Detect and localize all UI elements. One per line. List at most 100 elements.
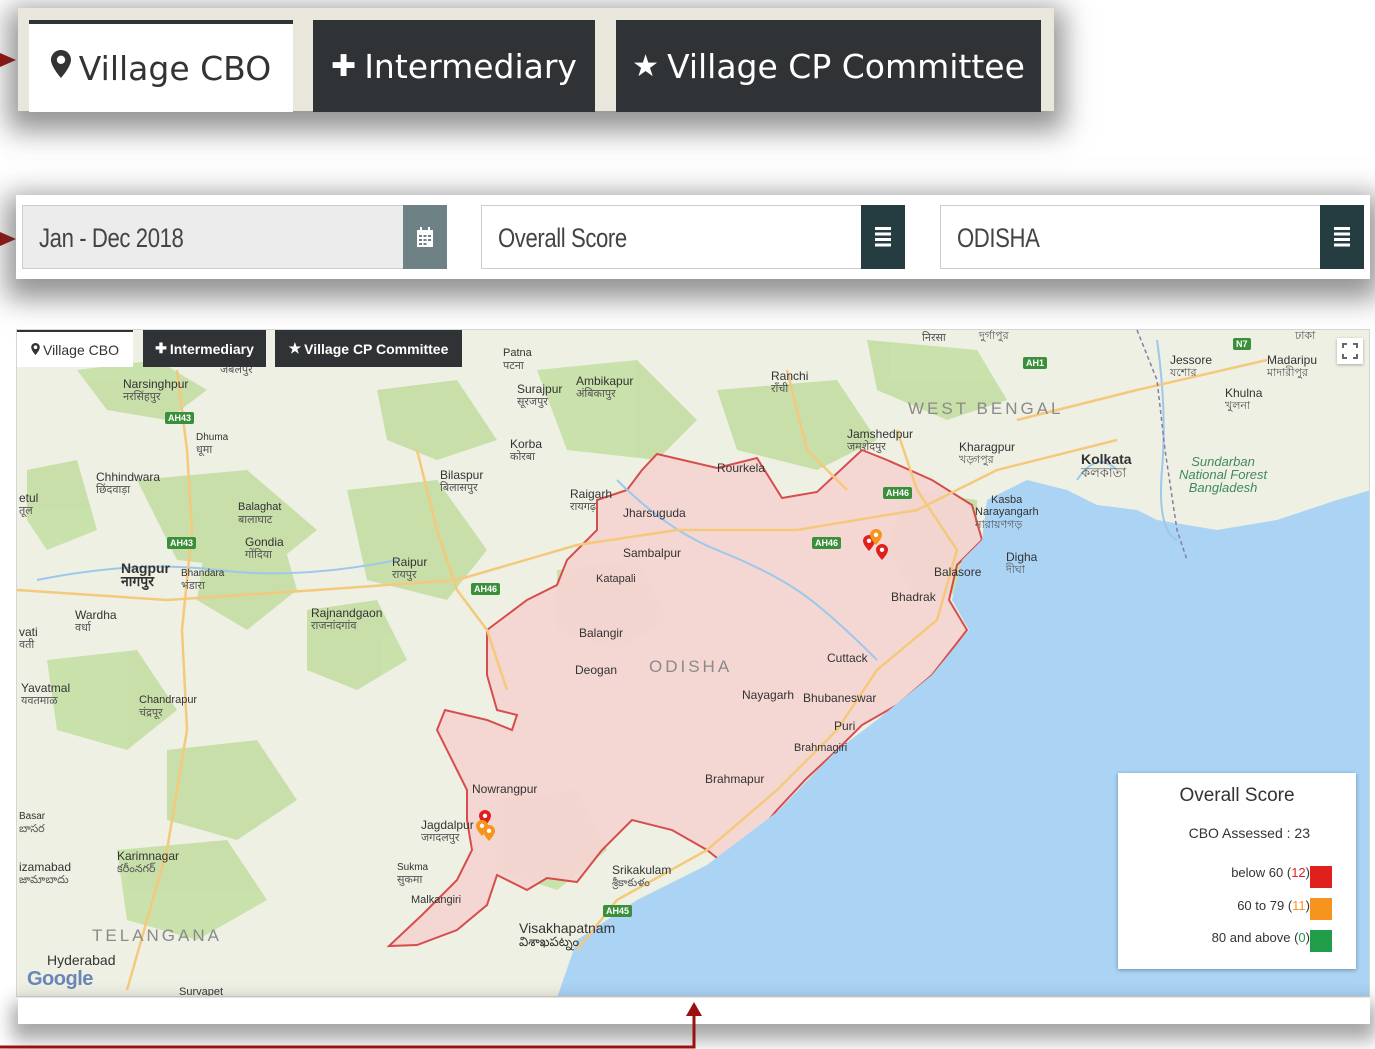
- state-select[interactable]: ODISHA: [940, 205, 1364, 269]
- map-view[interactable]: WEST BENGAL ODISHA TELANGANA Narsinghpur…: [16, 329, 1370, 997]
- place-nirsa: निरसा: [922, 332, 946, 344]
- highway-shield: AH45: [603, 905, 633, 917]
- map-marker-red[interactable]: [876, 544, 888, 560]
- place-karimnagar: Karimnagar కరీంనగర్: [117, 849, 180, 876]
- place-rourkela: Rourkela: [717, 461, 766, 475]
- map-tab-village-cbo-label: Village CBO: [42, 341, 119, 358]
- score-type-menu-button[interactable]: [861, 205, 905, 269]
- place-visakhapatnam: Visakhapatnam విశాఖపట్నం: [519, 920, 616, 949]
- legend-swatch-green: [1310, 930, 1332, 952]
- place-korba: Korba कोरबा: [510, 437, 543, 464]
- place-sundarban: Sundarban National Forest Bangladesh: [1179, 454, 1268, 495]
- place-betul: etul तूल: [19, 491, 39, 518]
- highway-shield: AH43: [167, 537, 197, 549]
- map-marker-icon: [50, 50, 71, 86]
- highway-shield: AH46: [883, 487, 913, 499]
- place-gondia: Gondia गोंदिया: [245, 535, 284, 562]
- state-menu-button[interactable]: [1320, 205, 1364, 269]
- place-puri: Puri: [834, 719, 856, 733]
- pointer-arrow-filters: [0, 232, 16, 246]
- map-marker-icon: [31, 342, 40, 358]
- place-cuttack: Cuttack: [827, 651, 868, 665]
- highway-shield: AH43: [165, 412, 195, 424]
- zoom-tab-village-cp-committee[interactable]: ★ Village CP Committee: [616, 20, 1041, 112]
- region-telangana: TELANGANA: [92, 926, 222, 945]
- map-marker-orange[interactable]: [870, 529, 882, 545]
- place-bhadrak: Bhadrak: [891, 590, 936, 604]
- place-digha: Digha দীঘা: [1006, 550, 1038, 577]
- state-value: ODISHA: [957, 223, 1040, 253]
- map-tab-intermediary[interactable]: ✚ Intermediary: [143, 330, 266, 367]
- map-tab-intermediary-label: Intermediary: [169, 340, 254, 357]
- star-icon: ★: [288, 340, 302, 356]
- place-nowrangpur: Nowrangpur: [472, 782, 538, 796]
- place-balasore: Balasore: [934, 565, 982, 579]
- fullscreen-icon: [1342, 343, 1358, 359]
- place-deogan: Deogan: [575, 663, 618, 677]
- list-icon: [1334, 227, 1350, 247]
- google-logo: Google: [27, 968, 93, 990]
- place-surajpur: Surajpur सूरजपुर: [517, 382, 563, 409]
- pointer-arrow-tabs: [0, 53, 16, 67]
- highway-shield: AH46: [812, 537, 842, 549]
- place-rajnandgaon: Rajnandgaon राजनांदगांव: [311, 606, 383, 633]
- legend-assessed-count: CBO Assessed : 23: [1188, 825, 1310, 841]
- place-jamshedpur: Jamshedpur जमशेदपुर: [847, 427, 914, 454]
- place-raigarh: Raigarh रायगढ़: [570, 487, 613, 514]
- zoom-tab-intermediary[interactable]: ✚ Intermediary: [313, 20, 595, 112]
- place-sukma: Sukma सुकमा: [397, 862, 429, 886]
- place-wardha: Wardha वर्धा: [75, 608, 117, 635]
- star-icon: ★: [632, 48, 659, 84]
- calendar-icon: [417, 227, 433, 247]
- place-jessore: Jessore যশোর: [1170, 353, 1213, 380]
- place-dhaka: ঢাকা: [1295, 330, 1316, 342]
- date-range-value: Jan - Dec 2018: [39, 223, 184, 253]
- zoom-tab-intermediary-label: Intermediary: [364, 46, 577, 86]
- place-balaghat: Balaghat बालाघाट: [238, 501, 282, 526]
- place-nagpur: Nagpur नागपुर: [121, 560, 170, 589]
- plus-icon: ✚: [155, 340, 167, 356]
- legend-count: 12: [1291, 865, 1306, 880]
- place-srikakulam: Srikakulam శ్రీకాకుళం: [612, 863, 672, 890]
- place-brahmagiri: Brahmagiri: [794, 742, 848, 754]
- score-type-select[interactable]: Overall Score: [481, 205, 905, 269]
- legend-count: 0: [1298, 930, 1306, 945]
- place-jharsuguda: Jharsuguda: [623, 506, 686, 520]
- place-kharagpur: Kharagpur খড়্গপুর: [959, 440, 1016, 467]
- highway-shield: N7: [1233, 338, 1251, 350]
- zoom-tab-village-cp-committee-label: Village CP Committee: [666, 46, 1025, 86]
- map-tab-village-cp-committee[interactable]: ★ Village CP Committee: [275, 330, 462, 367]
- place-khulna: Khulna খুলনা: [1225, 386, 1263, 413]
- legend-title: Overall Score: [1179, 785, 1295, 806]
- region-odisha: ODISHA: [649, 657, 733, 676]
- place-kolkata: Kolkata কলকাতা: [1081, 451, 1132, 480]
- place-brahmapur: Brahmapur: [705, 772, 765, 786]
- place-chhindwara: Chhindwara छिंदवाड़ा: [96, 470, 161, 497]
- place-bhandara: Bhandara भंडारा: [181, 568, 225, 592]
- place-nayagarh: Nayagarh: [742, 688, 795, 702]
- plus-icon: ✚: [331, 48, 357, 84]
- pointer-arrow-map: [0, 1002, 702, 1049]
- place-suryapet: Survapet: [179, 986, 224, 997]
- place-hyderabad: Hyderabad: [47, 952, 116, 968]
- legend-count: 11: [1292, 898, 1306, 913]
- zoom-tab-village-cbo-label: Village CBO: [78, 48, 272, 88]
- highway-shield: AH1: [1023, 357, 1048, 369]
- map-marker-orange[interactable]: [483, 825, 495, 841]
- place-durgapur: দুর্গাপুর: [979, 330, 1009, 342]
- place-bhubaneswar: Bhubaneswar: [803, 691, 877, 705]
- list-icon: [875, 227, 891, 247]
- place-jagdalpur: Jagdalpur जगदलपुर: [421, 818, 474, 845]
- calendar-button[interactable]: [403, 205, 447, 269]
- place-sambalpur: Sambalpur: [623, 546, 682, 560]
- zoom-tab-village-cbo[interactable]: Village CBO: [29, 20, 293, 112]
- place-ranchi: Ranchi राँची: [771, 369, 809, 396]
- legend-item-80-and-above: 80 and above (0): [1211, 930, 1310, 945]
- place-yavatmal: Yavatmal यवतमाळ: [21, 681, 71, 708]
- date-range-field[interactable]: Jan - Dec 2018: [22, 205, 447, 269]
- place-balangir: Balangir: [579, 626, 624, 640]
- map-tab-village-cbo[interactable]: Village CBO: [17, 330, 133, 367]
- zoomed-tabs-panel: Village CBO ✚ Intermediary ★ Village CP …: [18, 8, 1054, 112]
- score-legend: Overall Score CBO Assessed : 23 below 60…: [1118, 773, 1356, 969]
- fullscreen-button[interactable]: [1337, 338, 1363, 364]
